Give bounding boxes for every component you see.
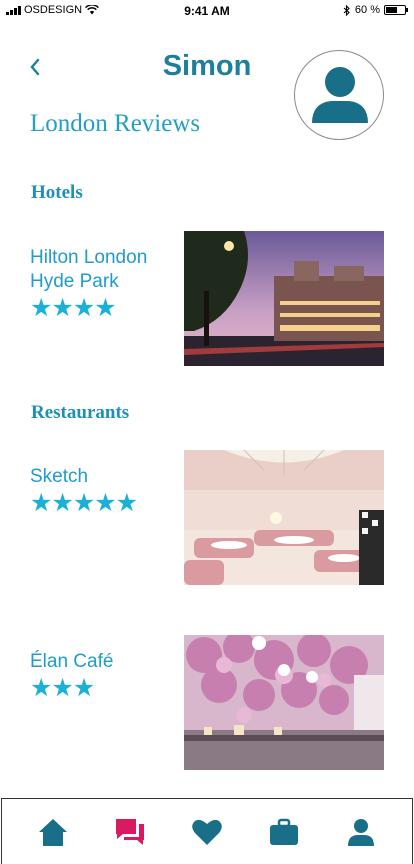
restaurant-photo-elan-cafe[interactable]: [184, 635, 384, 770]
tab-favorites[interactable]: [190, 815, 224, 849]
hotel-star-rating: ★★★★: [30, 294, 117, 322]
battery-label: 60 %: [354, 4, 380, 16]
restaurant-photo-sketch[interactable]: [184, 450, 384, 585]
avatar[interactable]: [294, 50, 384, 140]
chat-icon: [116, 819, 144, 845]
bottom-tab-bar: [1, 798, 413, 864]
status-bar: OSDESIGN 9:41 AM 60 %: [0, 0, 414, 22]
battery-icon: [384, 5, 408, 15]
restaurant-name-elan-cafe[interactable]: Élan Café: [30, 650, 113, 674]
tab-home[interactable]: [36, 815, 70, 849]
hotel-name[interactable]: Hilton London Hyde Park: [30, 246, 147, 294]
section-restaurants-heading: Restaurants: [31, 402, 130, 423]
restaurant-star-rating-elan-cafe: ★★★: [30, 674, 95, 702]
briefcase-icon: [270, 818, 298, 845]
profile-icon: [348, 819, 374, 846]
home-icon: [39, 819, 67, 846]
restaurant-name-sketch[interactable]: Sketch: [30, 465, 88, 489]
tab-trips[interactable]: [267, 815, 301, 849]
tab-profile[interactable]: [344, 815, 378, 849]
status-right: 60 %: [343, 4, 408, 16]
tab-chat[interactable]: [113, 815, 147, 849]
hotel-name-line2: Hyde Park: [30, 271, 119, 292]
user-avatar-icon: [312, 67, 368, 123]
restaurant-star-rating-sketch: ★★★★★: [30, 489, 138, 517]
hotel-name-line1: Hilton London: [30, 247, 148, 268]
bluetooth-icon: [343, 4, 350, 16]
hotel-photo[interactable]: [184, 231, 384, 366]
section-hotels-heading: Hotels: [31, 182, 83, 203]
page-subtitle: London Reviews: [30, 110, 201, 137]
heart-icon: [192, 819, 222, 845]
